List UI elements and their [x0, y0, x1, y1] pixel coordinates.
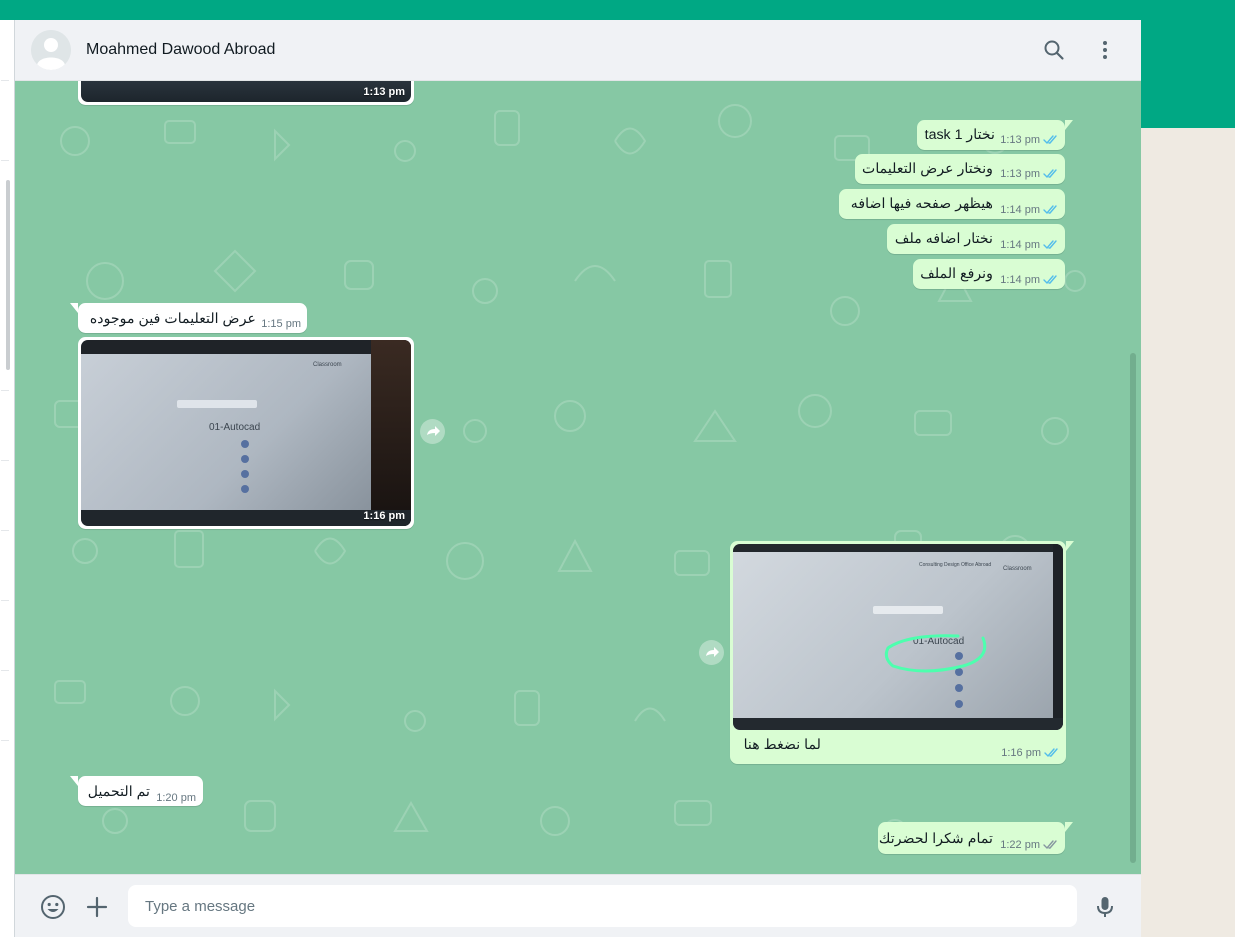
- photo-element: [955, 684, 963, 692]
- sidebar-divider: [1, 530, 9, 531]
- photo-element: [955, 700, 963, 708]
- sidebar-divider: [1, 460, 9, 461]
- photo-dark-edge: [371, 340, 411, 526]
- read-ticks-icon: [1044, 748, 1058, 758]
- image-text: 01-Autocad: [209, 422, 261, 433]
- search-icon[interactable]: [1042, 38, 1066, 62]
- chat-scrollbar[interactable]: [1130, 353, 1136, 863]
- message-text: عرض التعليمات فين موجوده: [89, 311, 256, 327]
- message-outgoing[interactable]: هيظهر صفحه فيها اضافه 1:14 pm: [839, 189, 1065, 219]
- photo-dark-edge: [1053, 544, 1063, 730]
- message-input[interactable]: [128, 885, 1077, 927]
- message-text: نختار task 1: [924, 127, 995, 143]
- sidebar-scrollbar[interactable]: [6, 180, 10, 370]
- message-image-incoming[interactable]: 01-Autocad Classroom 1:16 pm: [78, 337, 414, 529]
- photo-dark-edge: [81, 340, 411, 354]
- message-incoming[interactable]: تم التحميل 1:20 pm: [70, 776, 203, 806]
- message-image-outgoing[interactable]: 01-Autocad Classroom Consulting Design O…: [730, 541, 1074, 764]
- photo-element: [873, 606, 943, 614]
- sidebar-divider: [1, 80, 9, 81]
- image-text: Classroom: [1003, 566, 1032, 572]
- photo-taskbar: [733, 718, 1063, 730]
- read-ticks-icon: [1043, 275, 1057, 285]
- message-text: ونرفع الملف: [920, 266, 993, 282]
- bubble-tail: [1066, 541, 1074, 551]
- microphone-icon[interactable]: [1092, 894, 1118, 920]
- image-text: Consulting Design Office Abroad: [919, 562, 992, 568]
- message-outgoing[interactable]: نختار اضافه ملف 1:14 pm: [887, 224, 1065, 254]
- read-ticks-icon: [1043, 240, 1057, 250]
- background-accent-block: [1141, 0, 1235, 128]
- avatar-icon[interactable]: [31, 30, 71, 70]
- message-image-incoming[interactable]: 1:13 pm: [78, 81, 414, 105]
- emoji-icon[interactable]: [40, 894, 66, 920]
- bubble-tail: [1065, 822, 1073, 832]
- message-time: 1:22 pm: [1000, 839, 1040, 851]
- top-accent-bar: [0, 0, 1235, 20]
- conversation-panel: Moahmed Dawood Abroad 1:13 pm نختار task…: [15, 20, 1141, 937]
- photo-element: [241, 455, 249, 463]
- attach-plus-icon[interactable]: [84, 894, 110, 920]
- message-outgoing[interactable]: ونختار عرض التعليمات 1:13 pm: [855, 154, 1065, 184]
- bubble-tail: [1065, 120, 1073, 130]
- read-ticks-icon: [1043, 169, 1057, 179]
- message-text: هيظهر صفحه فيها اضافه: [850, 196, 993, 212]
- sidebar-divider: [1, 600, 9, 601]
- read-ticks-icon: [1043, 205, 1057, 215]
- bubble-tail: [70, 776, 78, 786]
- message-text: نختار اضافه ملف: [894, 231, 993, 247]
- message-composer: [15, 874, 1141, 937]
- message-time: 1:14 pm: [1000, 274, 1040, 286]
- message-time: 1:16 pm: [363, 510, 405, 522]
- message-time: 1:13 pm: [1000, 168, 1040, 180]
- message-outgoing[interactable]: نختار task 1 1:13 pm: [917, 120, 1073, 150]
- sidebar-divider: [1, 670, 9, 671]
- message-list[interactable]: 1:13 pm نختار task 1 1:13 pm ونختار عرض …: [15, 81, 1141, 874]
- photo-element: [241, 485, 249, 493]
- forward-button[interactable]: [699, 640, 724, 665]
- message-time: 1:15 pm: [261, 318, 301, 330]
- sidebar-divider: [1, 160, 9, 161]
- message-time: 1:14 pm: [1000, 239, 1040, 251]
- message-time: 1:13 pm: [1000, 134, 1040, 146]
- message-time: 1:16 pm: [1001, 747, 1041, 759]
- contact-name[interactable]: Moahmed Dawood Abroad: [86, 41, 275, 59]
- forward-icon: [427, 426, 440, 436]
- image-thumbnail[interactable]: 01-Autocad Classroom Consulting Design O…: [733, 544, 1063, 730]
- forward-button[interactable]: [420, 419, 445, 444]
- image-text: Classroom: [313, 362, 342, 368]
- message-incoming[interactable]: عرض التعليمات فين موجوده 1:15 pm: [70, 303, 307, 333]
- photo-element: [241, 440, 249, 448]
- chat-list-sidebar-edge: [0, 20, 15, 937]
- conversation-header[interactable]: Moahmed Dawood Abroad: [15, 20, 1141, 81]
- message-text: تمام شكرا لحضرتك: [878, 831, 993, 847]
- sidebar-divider: [1, 390, 9, 391]
- message-time: 1:14 pm: [1000, 204, 1040, 216]
- message-text: ونختار عرض التعليمات: [862, 161, 993, 177]
- sidebar-divider: [1, 740, 9, 741]
- photo-element: [177, 400, 257, 408]
- photo-element: [241, 470, 249, 478]
- message-outgoing[interactable]: تمام شكرا لحضرتك 1:22 pm: [878, 822, 1073, 854]
- message-time: 1:20 pm: [156, 792, 196, 804]
- read-ticks-icon: [1043, 135, 1057, 145]
- image-thumbnail[interactable]: 1:13 pm: [81, 81, 411, 102]
- photo-taskbar: [81, 510, 411, 526]
- delivered-ticks-icon: [1043, 840, 1057, 850]
- menu-icon[interactable]: [1093, 38, 1117, 62]
- message-text: تم التحميل: [87, 784, 150, 800]
- message-outgoing[interactable]: ونرفع الملف 1:14 pm: [913, 259, 1065, 289]
- bubble-tail: [70, 303, 78, 313]
- forward-icon: [706, 647, 719, 657]
- image-caption: لما نضغط هنا: [743, 737, 821, 753]
- highlight-circle-drawing: [884, 634, 987, 673]
- photo-dark-edge: [733, 544, 1063, 552]
- background-area: [1141, 128, 1235, 937]
- message-time: 1:13 pm: [363, 86, 405, 98]
- image-thumbnail[interactable]: 01-Autocad Classroom 1:16 pm: [81, 340, 411, 526]
